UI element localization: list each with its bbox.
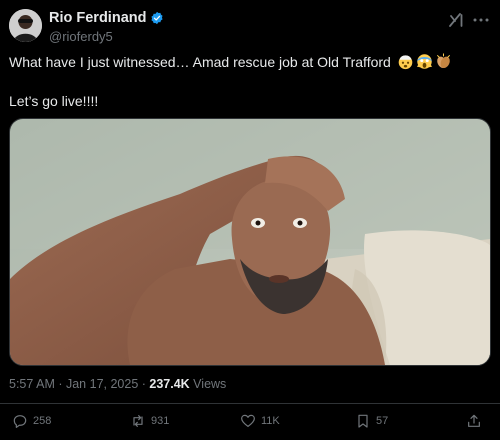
photo-image <box>10 119 490 365</box>
tweet-meta: 5:57 AM · Jan 17, 2025 · 237.4K Views <box>9 377 226 391</box>
like-count: 11K <box>261 415 280 427</box>
author-handle[interactable]: @rioferdy5 <box>49 29 113 44</box>
exploding-head-emoji <box>398 55 413 70</box>
repost-button[interactable]: 931 <box>130 413 169 429</box>
action-bar: 258 931 11K 57 <box>0 413 500 435</box>
tweet-photo[interactable] <box>9 118 491 366</box>
tweet-line-1: What have I just witnessed… Amad rescue … <box>9 53 494 72</box>
share-button[interactable] <box>466 413 482 429</box>
tweet-line-2: Let’s go live!!!! <box>9 93 99 109</box>
repost-icon <box>133 415 143 427</box>
bookmark-count: 57 <box>376 415 389 427</box>
tweet-line-1-text: What have I just witnessed… Amad rescue … <box>9 54 391 70</box>
reply-icon <box>13 415 27 428</box>
bookmark-icon <box>358 414 368 428</box>
divider <box>0 403 500 404</box>
avatar-image <box>9 9 42 42</box>
views-count[interactable]: 237.4K <box>149 377 189 391</box>
bookmark-button[interactable]: 57 <box>355 413 388 429</box>
tweet-text: What have I just witnessed… Amad rescue … <box>9 53 494 111</box>
grok-icon[interactable] <box>448 12 464 28</box>
verified-badge-icon[interactable] <box>150 11 164 25</box>
repost-count: 931 <box>151 415 170 427</box>
share-icon <box>468 414 480 427</box>
author-display-name[interactable]: Rio Ferdinand <box>49 10 146 26</box>
tweet-date[interactable]: Jan 17, 2025 <box>66 377 138 391</box>
meta-separator: · <box>138 377 150 391</box>
heart-icon <box>241 414 255 427</box>
author-name-row: Rio Ferdinand <box>49 10 164 26</box>
views-label: Views <box>189 377 227 391</box>
clapping-hands-emoji <box>436 53 450 69</box>
reply-count: 258 <box>33 415 52 427</box>
screaming-face-emoji <box>416 54 432 69</box>
tweet: Rio Ferdinand @rioferdy5 What have I jus… <box>0 0 500 440</box>
meta-separator: · <box>54 377 66 391</box>
reply-button[interactable]: 258 <box>12 413 51 429</box>
more-icon[interactable] <box>472 12 490 28</box>
avatar[interactable] <box>9 9 42 42</box>
tweet-time[interactable]: 5:57 AM <box>9 377 55 391</box>
like-button[interactable]: 11K <box>240 413 280 429</box>
